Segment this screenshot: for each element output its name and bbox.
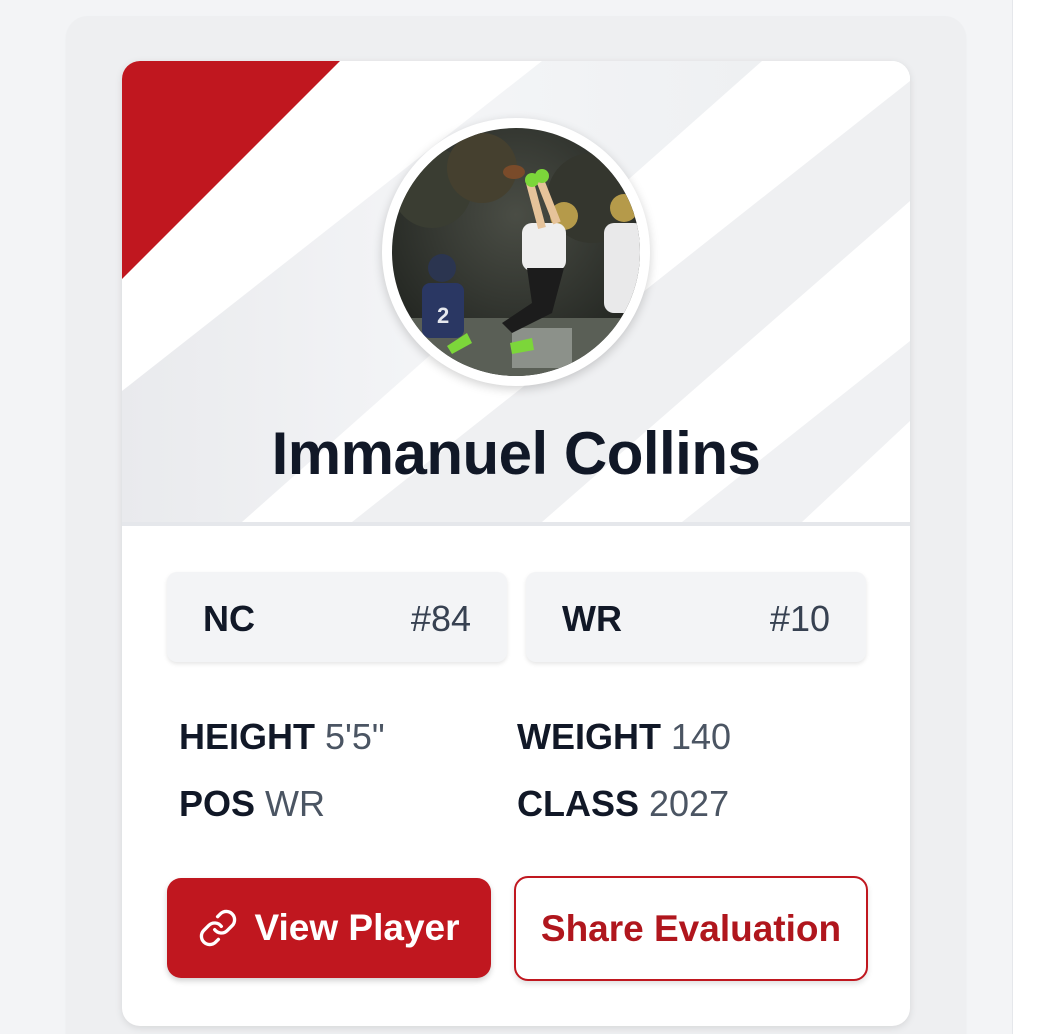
share-evaluation-button[interactable]: Share Evaluation (514, 876, 868, 981)
stat-position: POS WR (179, 783, 325, 825)
position-ranking-badge: WR #10 (526, 572, 866, 662)
player-avatar: 2 (382, 118, 650, 386)
stat-weight: WEIGHT 140 (517, 716, 731, 758)
stat-value: 2027 (649, 783, 730, 824)
ranking-label: WR (562, 598, 622, 639)
page: 2 Immanuel Collins NC #84 WR #10 HEIGHT … (0, 0, 1055, 1034)
player-card: 2 Immanuel Collins NC #84 WR #10 HEIGHT … (122, 61, 910, 1026)
ranking-label: NC (203, 598, 255, 639)
view-player-button[interactable]: View Player (167, 878, 491, 978)
stat-value: 140 (670, 716, 732, 757)
player-name: Immanuel Collins (271, 420, 761, 487)
state-ranking-badge: NC #84 (167, 572, 507, 662)
view-player-label: View Player (254, 907, 460, 948)
stat-class: CLASS 2027 (517, 783, 729, 825)
right-edge-panel (1012, 0, 1055, 1034)
svg-text:2: 2 (437, 303, 449, 328)
stat-value: WR (265, 783, 326, 824)
header-divider (122, 522, 910, 526)
stat-height: HEIGHT 5'5" (179, 716, 385, 758)
stat-label: HEIGHT (179, 716, 316, 757)
stat-label: WEIGHT (517, 716, 661, 757)
ranking-number: #84 (410, 598, 471, 639)
stat-value: 5'5" (325, 716, 385, 757)
player-photo: 2 (392, 128, 640, 376)
link-icon (200, 909, 237, 947)
share-evaluation-label: Share Evaluation (540, 907, 842, 949)
stat-label: CLASS (517, 783, 640, 824)
ranking-number: #10 (769, 598, 830, 639)
card-header: 2 Immanuel Collins (122, 61, 910, 522)
stat-label: POS (179, 783, 256, 824)
